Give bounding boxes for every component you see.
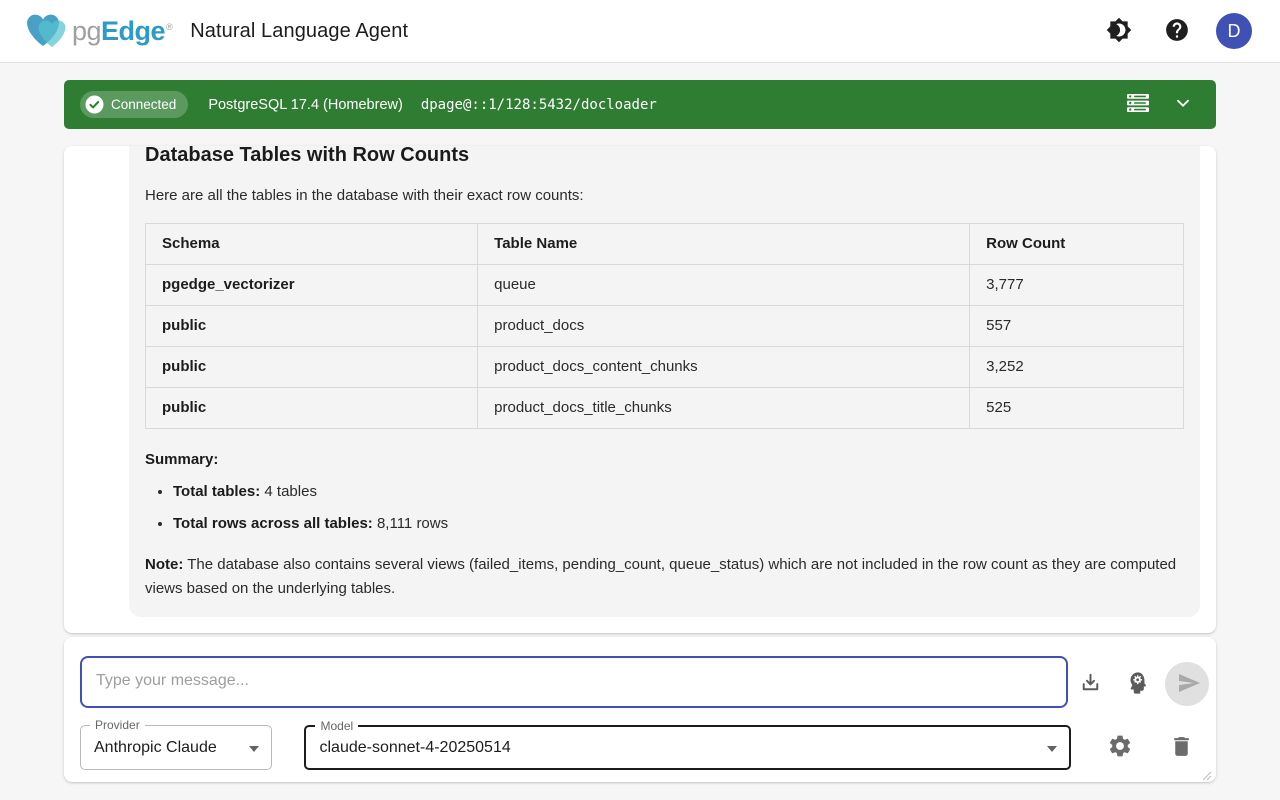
table-row: public product_docs_content_chunks 3,252 (146, 347, 1184, 388)
column-header-table-name: Table Name (478, 224, 970, 265)
cell-schema: public (146, 306, 478, 347)
resize-handle-icon[interactable] (1202, 768, 1212, 778)
help-icon (1164, 17, 1190, 46)
cell-table-name: product_docs_content_chunks (478, 347, 970, 388)
table-row: pgedge_vectorizer queue 3,777 (146, 265, 1184, 306)
settings-button[interactable] (1101, 727, 1139, 768)
theme-toggle-button[interactable] (1100, 11, 1138, 52)
chat-history-panel: Database Tables with Row Counts Here are… (64, 146, 1216, 633)
cell-table-name: product_docs (478, 306, 970, 347)
connection-bar: Connected PostgreSQL 17.4 (Homebrew) dpa… (64, 80, 1216, 129)
connection-status-label: Connected (111, 97, 176, 112)
message-intro: Here are all the tables in the database … (145, 185, 1184, 207)
pgedge-logo: pgEdge® (24, 8, 172, 55)
model-select-value: claude-sonnet-4-20250514 (319, 739, 510, 757)
connection-expand-button[interactable] (1168, 88, 1198, 121)
row-counts-table: Schema Table Name Row Count pgedge_vecto… (145, 223, 1184, 429)
provider-select-value: Anthropic Claude (94, 739, 217, 757)
cell-table-name: product_docs_title_chunks (478, 388, 970, 429)
database-objects-button[interactable] (1122, 88, 1154, 121)
check-circle-icon (85, 95, 104, 114)
send-icon (1174, 671, 1201, 698)
list-item: Total tables: 4 tables (173, 481, 1184, 503)
cell-schema: pgedge_vectorizer (146, 265, 478, 306)
table-row: public product_docs_title_chunks 525 (146, 388, 1184, 429)
user-avatar[interactable]: D (1216, 13, 1252, 49)
cell-table-name: queue (478, 265, 970, 306)
cell-row-count: 557 (970, 306, 1184, 347)
cell-row-count: 525 (970, 388, 1184, 429)
message-input[interactable] (80, 656, 1068, 708)
pgedge-wordmark: pgEdge® (72, 16, 172, 47)
psychology-icon (1124, 670, 1150, 699)
note-paragraph: Note: The database also contains several… (145, 553, 1184, 601)
page-title: Natural Language Agent (190, 20, 408, 43)
cell-row-count: 3,252 (970, 347, 1184, 388)
cell-schema: public (146, 347, 478, 388)
brightness-icon (1106, 17, 1132, 46)
chevron-down-icon (1172, 92, 1194, 117)
server-version-label: PostgreSQL 17.4 (Homebrew) (208, 97, 403, 113)
composer-panel: Provider Anthropic Claude Model claude-s… (64, 637, 1216, 782)
pgedge-logo-icon (24, 8, 70, 55)
dropdown-caret-icon (249, 746, 259, 752)
table-header-row: Schema Table Name Row Count (146, 224, 1184, 265)
list-item: Total rows across all tables: 8,111 rows (173, 513, 1184, 535)
storage-icon (1126, 92, 1150, 117)
provider-select[interactable]: Provider Anthropic Claude (80, 725, 272, 770)
column-header-schema: Schema (146, 224, 478, 265)
dropdown-caret-icon (1047, 746, 1057, 752)
connection-status-badge: Connected (80, 91, 188, 118)
app-header: pgEdge® Natural Language Agent D (0, 0, 1280, 63)
summary-list: Total tables: 4 tables Total rows across… (145, 481, 1184, 535)
cell-schema: public (146, 388, 478, 429)
help-button[interactable] (1158, 11, 1196, 52)
clear-chat-button[interactable] (1163, 728, 1200, 768)
column-header-row-count: Row Count (970, 224, 1184, 265)
download-icon (1078, 670, 1103, 698)
agent-mode-button[interactable] (1118, 664, 1156, 705)
trash-icon (1169, 734, 1194, 762)
download-chat-button[interactable] (1072, 664, 1109, 704)
send-button[interactable] (1165, 662, 1209, 706)
cell-row-count: 3,777 (970, 265, 1184, 306)
message-heading: Database Tables with Row Counts (145, 146, 1184, 168)
provider-select-label: Provider (90, 718, 145, 732)
assistant-message-bubble: Database Tables with Row Counts Here are… (129, 146, 1200, 617)
summary-heading: Summary: (145, 449, 1184, 471)
model-select[interactable]: Model claude-sonnet-4-20250514 (304, 725, 1071, 770)
table-row: public product_docs 557 (146, 306, 1184, 347)
gear-icon (1107, 733, 1133, 762)
connection-string: dpage@::1/128:5432/docloader (421, 97, 657, 113)
model-select-label: Model (315, 719, 358, 733)
